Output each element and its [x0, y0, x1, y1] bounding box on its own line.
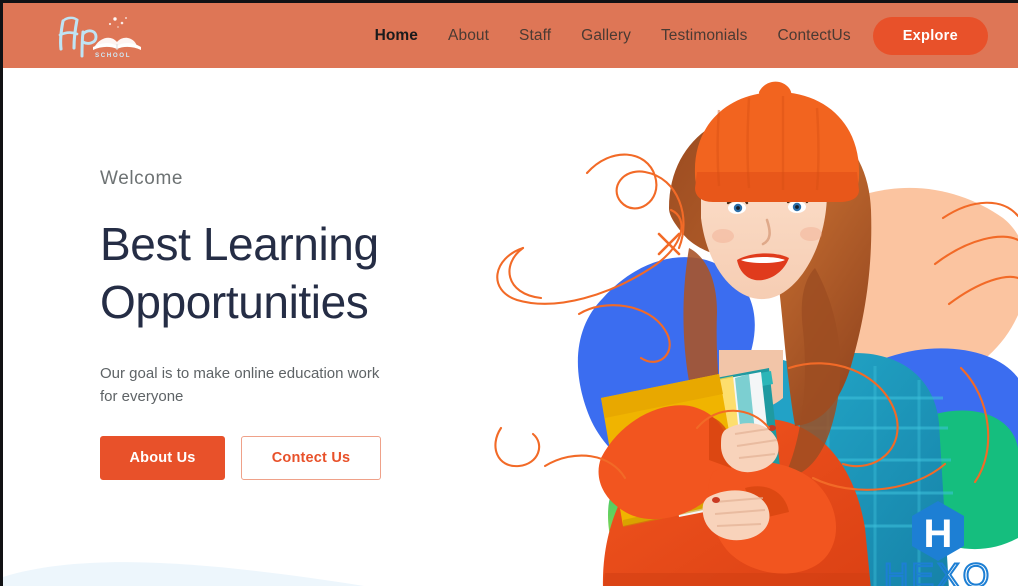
about-us-button[interactable]: About Us	[100, 436, 225, 481]
brand-tagline: SCHOOL	[95, 52, 131, 59]
contect-us-button[interactable]: Contect Us	[241, 436, 381, 481]
book-cloud-logo-icon: SCHOOL	[58, 16, 141, 59]
brand-logo[interactable]: SCHOOL	[3, 13, 193, 59]
hero-headline-line-2: Opportunities	[100, 275, 369, 328]
hero-copy: Welcome Best Learning Opportunities Our …	[100, 168, 520, 481]
hero-eyebrow: Welcome	[100, 168, 184, 189]
nav-item-testimonials[interactable]: Testimonials	[661, 27, 747, 45]
main-navigation: Home About Staff Gallery Testimonials Co…	[193, 27, 873, 45]
hero-illustration	[483, 68, 1018, 586]
hero-cta-row: About Us Contect Us	[100, 436, 520, 481]
hero-headline: Best Learning Opportunities	[100, 216, 520, 332]
site-header: SCHOOL Home About Staff Gallery Testimon…	[3, 3, 1018, 68]
page-root: SCHOOL Home About Staff Gallery Testimon…	[0, 0, 1018, 586]
student-photo-with-blobs	[494, 81, 1018, 586]
nav-item-staff[interactable]: Staff	[519, 27, 551, 45]
nav-item-about[interactable]: About	[448, 27, 489, 45]
explore-button[interactable]: Explore	[872, 16, 988, 55]
hero-headline-line-1: Best Learning	[100, 218, 379, 270]
bottom-swoosh-decoration	[3, 519, 383, 586]
hero-section: Welcome Best Learning Opportunities Our …	[3, 68, 1018, 586]
nav-item-home[interactable]: Home	[375, 27, 418, 45]
nav-item-gallery[interactable]: Gallery	[581, 27, 631, 45]
nav-item-contectus[interactable]: ContectUs	[777, 27, 850, 45]
hero-subcopy: Our goal is to make online education wor…	[100, 364, 380, 406]
